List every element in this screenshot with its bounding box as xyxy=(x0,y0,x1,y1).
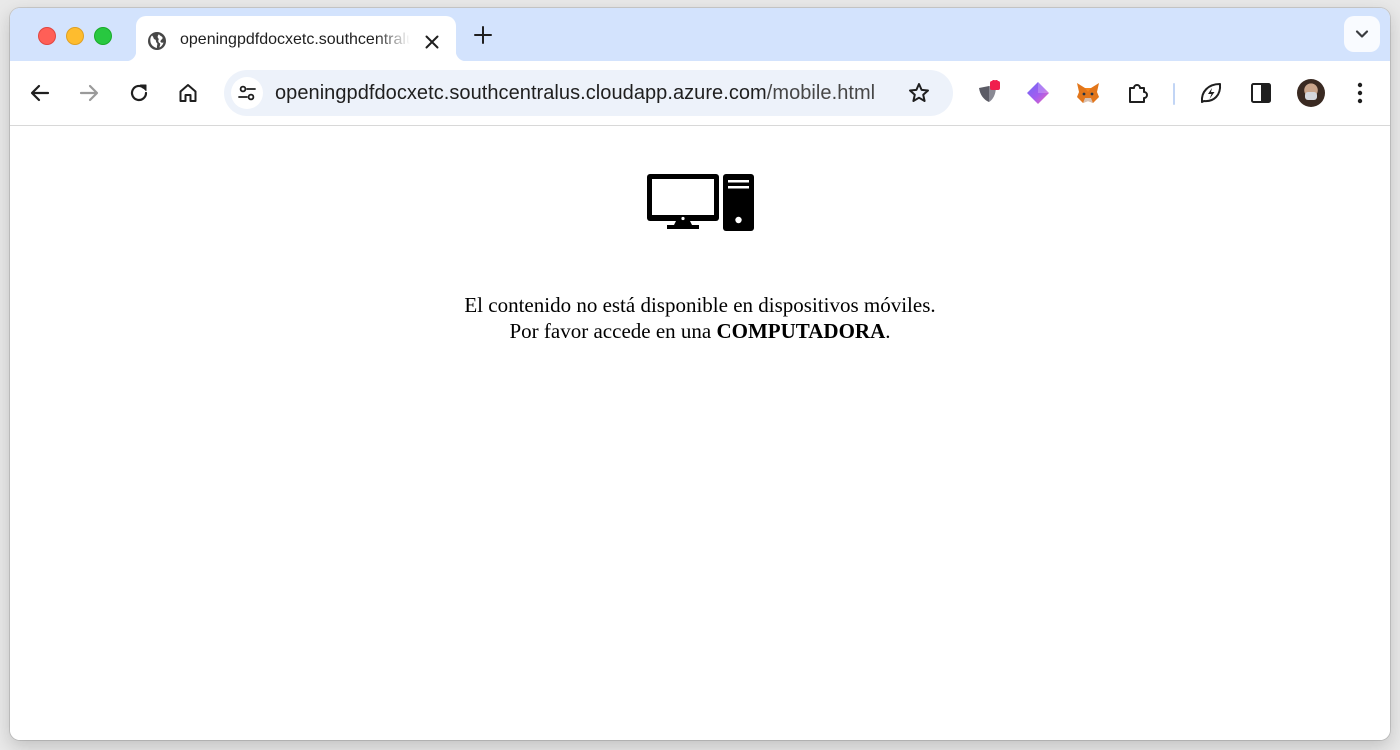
star-icon[interactable] xyxy=(907,81,931,105)
new-tab-icon[interactable] xyxy=(472,24,494,46)
tab-active[interactable]: openingpdfdocxetc.southcentralus.cloudap… xyxy=(126,16,466,61)
browser-toolbar: openingpdfdocxetc.southcentralus.cloudap… xyxy=(10,61,1390,126)
globe-icon xyxy=(148,32,166,50)
message-line-2: Por favor accede en una COMPUTADORA. xyxy=(10,318,1390,344)
url-path: /mobile.html xyxy=(766,82,876,104)
message-line-1: El contenido no está disponible en dispo… xyxy=(464,293,936,317)
tune-icon xyxy=(238,85,256,101)
page-content: El contenido no está disponible en dispo… xyxy=(10,126,1390,740)
close-window-button[interactable] xyxy=(38,27,56,45)
close-icon[interactable] xyxy=(423,33,441,51)
reload-icon[interactable] xyxy=(127,81,151,105)
forward-arrow-icon[interactable] xyxy=(77,81,101,105)
shield-extension-icon[interactable] xyxy=(976,80,1002,106)
side-panel-icon[interactable] xyxy=(1248,80,1274,106)
minimize-window-button[interactable] xyxy=(66,27,84,45)
tab-search-button[interactable] xyxy=(1344,16,1380,52)
fox-extension-icon[interactable] xyxy=(1075,80,1101,106)
leaf-bolt-icon[interactable] xyxy=(1198,80,1224,106)
browser-window: openingpdfdocxetc.southcentralus.cloudap… xyxy=(10,8,1390,740)
url-text[interactable]: openingpdfdocxetc.southcentralus.cloudap… xyxy=(275,82,875,104)
home-icon[interactable] xyxy=(176,81,200,105)
puzzle-icon[interactable] xyxy=(1125,80,1151,106)
back-arrow-icon[interactable] xyxy=(28,81,52,105)
maximize-window-button[interactable] xyxy=(94,27,112,45)
message-line-2-suffix: . xyxy=(885,319,891,343)
url-host: openingpdfdocxetc.southcentralus.cloudap… xyxy=(275,82,767,104)
kebab-menu-icon[interactable] xyxy=(1347,80,1373,106)
tab-strip: openingpdfdocxetc.southcentralus.cloudap… xyxy=(10,8,1390,61)
message-line-2-prefix: Por favor accede en una xyxy=(509,319,717,343)
computer-emphasis: COMPUTADORA xyxy=(716,319,886,343)
unavailable-message: El contenido no está disponible en dispo… xyxy=(10,292,1390,344)
tab-title: openingpdfdocxetc.southcentralus.cloudap… xyxy=(180,31,410,48)
chevron-down-icon xyxy=(1355,30,1369,38)
toolbar-divider xyxy=(1173,83,1175,105)
avatar[interactable] xyxy=(1297,79,1325,107)
diamond-extension-icon[interactable] xyxy=(1025,80,1051,106)
site-info-button[interactable] xyxy=(231,77,263,109)
desktop-computer-icon xyxy=(647,174,754,231)
address-bar[interactable]: openingpdfdocxetc.southcentralus.cloudap… xyxy=(224,70,953,116)
